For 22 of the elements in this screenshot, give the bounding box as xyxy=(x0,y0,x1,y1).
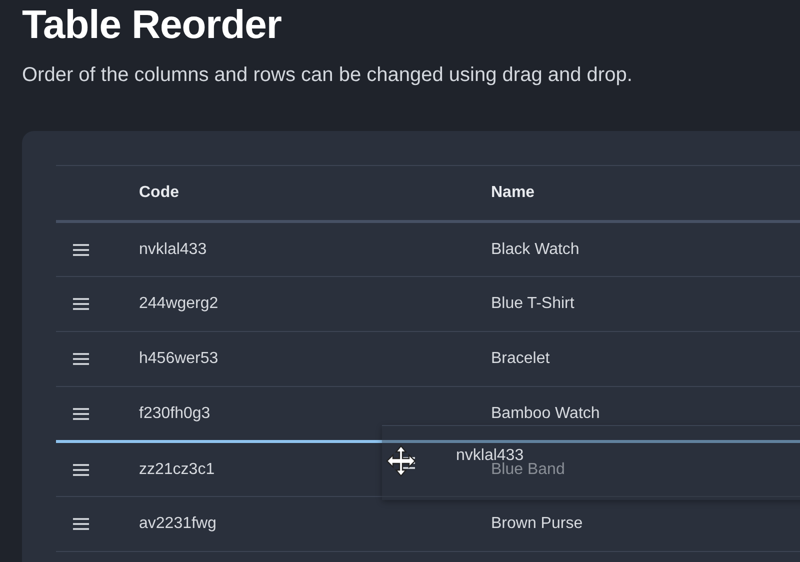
name-text: Black Watch xyxy=(491,240,580,258)
name-text: Bracelet xyxy=(491,350,550,367)
code-text: 244wgerg2 xyxy=(139,295,218,312)
drag-handle-icon[interactable] xyxy=(72,297,90,311)
name-text: Brown Purse xyxy=(491,515,583,532)
code-text: h456wer53 xyxy=(139,350,218,367)
code-text: av2231fwg xyxy=(139,515,216,532)
code-text: nvklal433 xyxy=(139,240,207,258)
drag-handle-icon[interactable] xyxy=(72,352,90,366)
name-text: Bamboo Watch xyxy=(491,404,600,422)
drag-handle-icon[interactable] xyxy=(72,406,90,420)
drag-handle-icon[interactable] xyxy=(72,517,90,531)
code-text: zz21cz3c1 xyxy=(139,460,215,478)
code-text: f230fh0g3 xyxy=(139,404,210,422)
page-title: Table Reorder xyxy=(22,2,282,48)
column-header[interactable]: Code xyxy=(139,184,179,201)
drag-handle-icon[interactable] xyxy=(72,242,90,256)
drag-handle-icon[interactable] xyxy=(72,462,90,476)
column-header[interactable]: Name xyxy=(491,184,535,201)
name-text: Blue T-Shirt xyxy=(491,295,574,312)
page-description: Order of the columns and rows can be changed using drag and drop. xyxy=(22,63,634,88)
move-cursor-icon xyxy=(384,444,418,478)
